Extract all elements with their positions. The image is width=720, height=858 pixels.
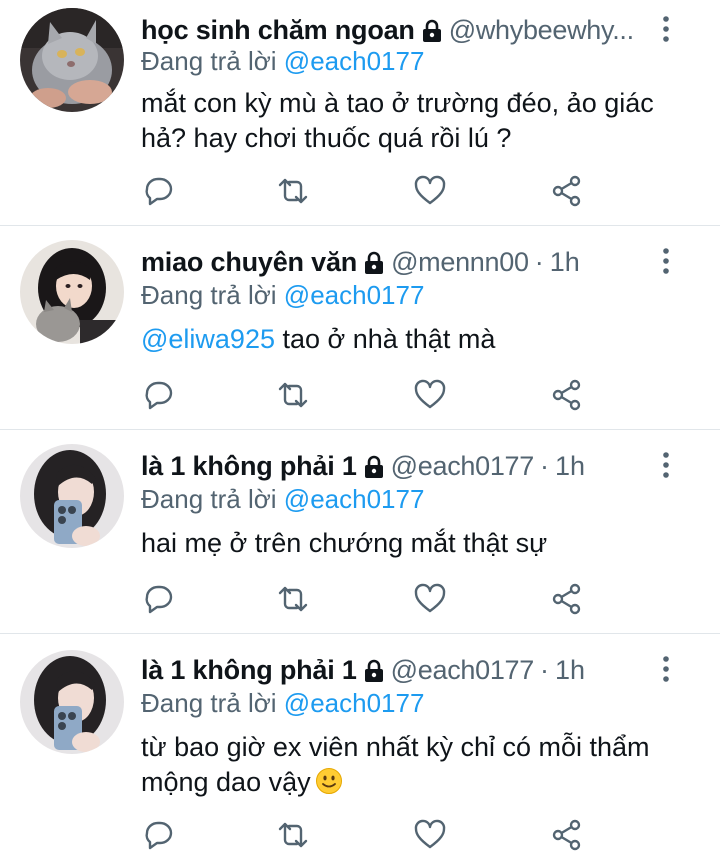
display-name[interactable]: miao chuyên văn — [141, 245, 357, 279]
like-button[interactable] — [413, 818, 447, 852]
share-icon — [552, 819, 581, 851]
tweet-text: @eliwa925 tao ở nhà thật mà — [141, 322, 680, 357]
share-button[interactable] — [550, 818, 584, 852]
user-handle[interactable]: @each0177 — [391, 653, 534, 687]
timestamp[interactable]: 1h — [550, 245, 580, 279]
tweet-header: miao chuyên văn @mennn00 · 1h — [141, 242, 650, 282]
separator-dot: · — [534, 247, 544, 277]
retweet-icon — [278, 822, 308, 848]
retweet-button[interactable] — [276, 378, 310, 412]
tweet-text: mắt con kỳ mù à tao ở trường đéo, ảo giá… — [141, 88, 654, 153]
retweet-button[interactable] — [276, 174, 310, 208]
replying-label: Đang trả lời — [141, 280, 277, 310]
slightly-smiling-face-icon — [315, 768, 342, 794]
retweet-icon — [278, 178, 308, 204]
share-button[interactable] — [550, 174, 584, 208]
heart-icon — [414, 175, 446, 205]
separator-dot: · — [539, 655, 549, 685]
avatar[interactable] — [20, 650, 124, 754]
heart-icon — [414, 583, 446, 613]
replying-label: Đang trả lời — [141, 484, 277, 514]
replying-to-handle[interactable]: @each0177 — [284, 484, 425, 514]
reply-icon — [145, 177, 173, 206]
selfie-avatar-image — [20, 650, 124, 754]
timestamp[interactable]: 1h — [555, 653, 585, 687]
replying-to: Đang trả lời @each0177 — [141, 686, 424, 720]
reply-button[interactable] — [141, 174, 175, 208]
timestamp[interactable]: 1h — [555, 449, 585, 483]
heart-icon — [414, 819, 446, 849]
replying-label: Đang trả lời — [141, 688, 277, 718]
avatar[interactable] — [20, 444, 124, 548]
replying-to: Đang trả lời @each0177 — [141, 278, 424, 312]
share-button[interactable] — [550, 378, 584, 412]
replying-to-handle[interactable]: @each0177 — [284, 280, 425, 310]
replying-label: Đang trả lời — [141, 46, 277, 76]
lock-icon — [364, 455, 383, 478]
reply-icon — [145, 381, 173, 410]
share-icon — [552, 379, 581, 411]
reply-icon — [145, 585, 173, 614]
reply-button[interactable] — [141, 582, 175, 616]
share-icon — [552, 583, 581, 615]
user-handle[interactable]: @whybeewhy... — [449, 13, 634, 47]
tweet-header: là 1 không phải 1 @each0177 · 1h — [141, 650, 650, 690]
reply-icon — [145, 821, 173, 850]
cat-avatar-image — [20, 8, 124, 112]
more-vertical-icon[interactable] — [656, 654, 676, 684]
display-name[interactable]: là 1 không phải 1 — [141, 653, 357, 687]
tweet-text: từ bao giờ ex viên nhất kỳ chỉ có mỗi th… — [141, 730, 672, 800]
like-button[interactable] — [413, 582, 447, 616]
retweet-icon — [278, 586, 308, 612]
replying-to: Đang trả lời @each0177 — [141, 482, 424, 516]
tweet-2[interactable]: miao chuyên văn @mennn00 · 1h Đang trả l… — [0, 226, 720, 430]
lock-icon — [422, 19, 441, 42]
replying-to-handle[interactable]: @each0177 — [284, 688, 425, 718]
user-handle[interactable]: @each0177 — [391, 449, 534, 483]
reply-button[interactable] — [141, 818, 175, 852]
replying-to-handle[interactable]: @each0177 — [284, 46, 425, 76]
tweet-text: hai mẹ ở trên chướng mắt thật sự — [141, 528, 548, 558]
reply-button[interactable] — [141, 378, 175, 412]
retweet-icon — [278, 382, 308, 408]
tweet-actions — [0, 378, 720, 418]
replying-to: Đang trả lời @each0177 — [141, 44, 424, 78]
tweet-actions — [0, 582, 720, 622]
reply-thread: học sinh chăm ngoan @whybeewhy... Đang t… — [0, 0, 720, 858]
avatar[interactable] — [20, 8, 124, 112]
heart-icon — [414, 379, 446, 409]
selfie-avatar-image — [20, 444, 124, 548]
tweet-1[interactable]: học sinh chăm ngoan @whybeewhy... Đang t… — [0, 0, 720, 226]
lock-icon — [364, 659, 383, 682]
more-vertical-icon[interactable] — [656, 246, 676, 276]
tweet-text-content: tao ở nhà thật mà — [275, 324, 496, 354]
display-name[interactable]: là 1 không phải 1 — [141, 449, 357, 483]
share-icon — [552, 175, 581, 207]
tweet-header: là 1 không phải 1 @each0177 · 1h — [141, 446, 650, 486]
girl-cat-avatar-image — [20, 240, 124, 344]
more-vertical-icon[interactable] — [656, 450, 676, 480]
display-name[interactable]: học sinh chăm ngoan — [141, 13, 415, 47]
tweet-text-content: từ bao giờ ex viên nhất kỳ chỉ có mỗi th… — [141, 732, 650, 797]
user-handle[interactable]: @mennn00 — [391, 245, 529, 279]
tweet-actions — [0, 818, 720, 858]
retweet-button[interactable] — [276, 818, 310, 852]
share-button[interactable] — [550, 582, 584, 616]
like-button[interactable] — [413, 378, 447, 412]
separator-dot: · — [539, 451, 549, 481]
retweet-button[interactable] — [276, 582, 310, 616]
tweet-3[interactable]: là 1 không phải 1 @each0177 · 1h Đang tr… — [0, 430, 720, 634]
avatar[interactable] — [20, 240, 124, 344]
lock-icon — [365, 251, 384, 274]
tweet-4[interactable]: là 1 không phải 1 @each0177 · 1h Đang tr… — [0, 634, 720, 858]
mention-link[interactable]: @eliwa925 — [141, 324, 275, 354]
tweet-actions — [0, 174, 720, 214]
like-button[interactable] — [413, 174, 447, 208]
more-vertical-icon[interactable] — [656, 14, 676, 44]
